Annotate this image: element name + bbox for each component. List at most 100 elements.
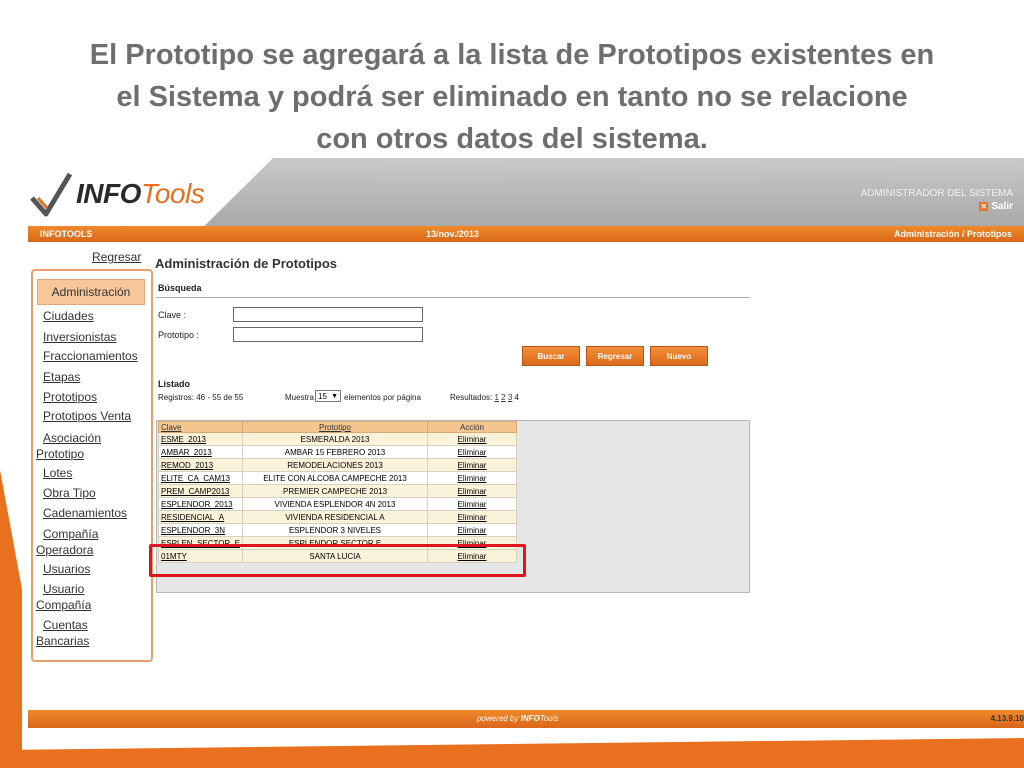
powered-label: powered by bbox=[477, 714, 519, 723]
sidebar-item-label: Asociación bbox=[43, 431, 102, 445]
slide-accent-left bbox=[0, 470, 22, 768]
pagination: Resultados: 1 2 3 4 bbox=[450, 393, 519, 402]
prototipo-cell: PREMIER CAMPECHE 2013 bbox=[242, 484, 428, 498]
current-date: 13/nov./2013 bbox=[426, 229, 479, 239]
sidebar-item-usuarios[interactable]: Usuarios bbox=[43, 562, 90, 576]
delete-link[interactable]: Eliminar bbox=[427, 510, 517, 524]
clave-input[interactable] bbox=[233, 307, 423, 322]
delete-link[interactable]: Eliminar bbox=[427, 458, 517, 472]
app-window: INFOTools ADMINISTRADOR DEL SISTEMA ✕ Sa… bbox=[28, 158, 1024, 738]
table-row: ESPLENDOR_2013 VIVIENDA ESPLENDOR 4N 201… bbox=[158, 497, 517, 511]
column-header-prototipo[interactable]: Prototipo bbox=[242, 421, 428, 433]
delete-link[interactable]: Eliminar bbox=[427, 523, 517, 537]
slide-title-line-1: El Prototipo se agregará a la lista de P… bbox=[89, 39, 935, 71]
sidebar-item-fraccionamientos[interactable]: Fraccionamientos bbox=[43, 349, 138, 363]
logout-label: Salir bbox=[991, 201, 1013, 212]
clave-cell[interactable]: ESPLENDOR_3N bbox=[158, 523, 243, 537]
delete-link[interactable]: Eliminar bbox=[427, 432, 517, 446]
clave-cell[interactable]: AMBAR_2013 bbox=[158, 445, 243, 459]
table-row: ELITE_CA_CAM13 ELITE CON ALCOBA CAMPECHE… bbox=[158, 471, 517, 485]
prototipo-cell: AMBAR 15 FEBRERO 2013 bbox=[242, 445, 428, 459]
page-size-select[interactable]: 15 ▼ bbox=[315, 390, 341, 402]
top-bar: INFOTOOLS 13/nov./2013 Administración / … bbox=[28, 226, 1024, 242]
sidebar-item-etapas[interactable]: Etapas bbox=[43, 370, 80, 384]
sidebar-item-lotes[interactable]: Lotes bbox=[43, 466, 72, 480]
current-page: 4 bbox=[514, 393, 519, 402]
sidebar-item-label: Usuario bbox=[43, 582, 85, 596]
sidebar-item-label: Cuentas bbox=[43, 618, 88, 632]
page-title: Administración de Prototipos bbox=[155, 256, 338, 271]
sidebar-item-label: Bancarias bbox=[36, 634, 90, 648]
sidebar-item-label: Operadora bbox=[36, 543, 94, 557]
sidebar-item-obra-tipo[interactable]: Obra Tipo bbox=[43, 486, 96, 500]
slide-title-line-2: el Sistema y podrá ser eliminado en tant… bbox=[116, 81, 908, 113]
version-label: 4.13.9.10 bbox=[990, 714, 1024, 723]
prototypes-table: Clave Prototipo Acción ESME_2013 ESMERAL… bbox=[158, 421, 517, 563]
sidebar-item-label: Compañía bbox=[36, 598, 92, 612]
prototipo-cell: VIVIENDA RESIDENCIAL A bbox=[242, 510, 428, 524]
prototipo-cell: ESPLENDOR 3 NIVELES bbox=[242, 523, 428, 537]
table-row: REMOD_2013 REMODELACIONES 2013 Eliminar bbox=[158, 458, 517, 472]
prototipo-cell: ELITE CON ALCOBA CAMPECHE 2013 bbox=[242, 471, 428, 485]
chevron-down-icon: ▼ bbox=[331, 393, 338, 400]
close-icon: ✕ bbox=[979, 202, 989, 211]
slide-accent-bottom bbox=[0, 738, 1024, 768]
table-row: ESME_2013 ESMERALDA 2013 Eliminar bbox=[158, 432, 517, 446]
logo-light: Tools bbox=[140, 178, 205, 209]
clave-cell[interactable]: PREM_CAMP2013 bbox=[158, 484, 243, 498]
table-header-row: Clave Prototipo Acción bbox=[158, 421, 517, 433]
table-row: ESPLENDOR_3N ESPLENDOR 3 NIVELES Elimina… bbox=[158, 523, 517, 537]
prototipo-cell: VIVIENDA ESPLENDOR 4N 2013 bbox=[242, 497, 428, 511]
new-button[interactable]: Nuevo bbox=[650, 346, 708, 366]
clave-cell[interactable]: RESIDENCIAL_A bbox=[158, 510, 243, 524]
show-label: Muestra bbox=[285, 393, 314, 402]
logo: INFOTools bbox=[76, 178, 205, 210]
clave-cell[interactable]: ESME_2013 bbox=[158, 432, 243, 446]
sidebar-item-label: Compañía bbox=[43, 527, 99, 541]
divider bbox=[156, 297, 750, 298]
search-section-label: Búsqueda bbox=[158, 283, 202, 293]
sidebar-item-ciudades[interactable]: Ciudades bbox=[43, 309, 94, 323]
slide-title: El Prototipo se agregará a la lista de P… bbox=[40, 34, 984, 160]
sidebar-item-prototipos[interactable]: Prototipos bbox=[43, 390, 97, 404]
delete-link[interactable]: Eliminar bbox=[427, 484, 517, 498]
logo-area: INFOTools bbox=[28, 158, 273, 226]
sidebar-item-prototipos-venta[interactable]: Prototipos Venta bbox=[43, 409, 131, 423]
page-link-2[interactable]: 2 bbox=[501, 393, 505, 402]
logout-link[interactable]: ✕ Salir bbox=[979, 201, 1013, 212]
clave-cell[interactable]: ELITE_CA_CAM13 bbox=[158, 471, 243, 485]
footer-brand-bold: INFO bbox=[520, 714, 540, 723]
sidebar-back-link[interactable]: Regresar bbox=[92, 250, 141, 264]
app-name: INFOTOOLS bbox=[40, 229, 93, 239]
sidebar-item-compania-operadora[interactable]: Compañía Operadora bbox=[36, 526, 98, 558]
per-page-label: elementos por página bbox=[344, 393, 421, 402]
column-header-clave[interactable]: Clave bbox=[158, 421, 243, 433]
slide-title-line-3: con otros datos del sistema. bbox=[316, 123, 708, 155]
breadcrumb: Administración / Prototipos bbox=[893, 229, 1012, 239]
sidebar-item-cuentas-bancarias[interactable]: Cuentas Bancarias bbox=[36, 617, 89, 649]
clave-label: Clave : bbox=[158, 310, 187, 320]
column-header-accion: Acción bbox=[427, 421, 517, 433]
delete-link[interactable]: Eliminar bbox=[427, 445, 517, 459]
delete-link[interactable]: Eliminar bbox=[427, 471, 517, 485]
table-row: RESIDENCIAL_A VIVIENDA RESIDENCIAL A Eli… bbox=[158, 510, 517, 524]
prototipo-label: Prototipo : bbox=[158, 330, 200, 340]
footer-brand-light: Tools bbox=[539, 714, 559, 723]
user-role: ADMINISTRADOR DEL SISTEMA bbox=[860, 188, 1013, 199]
sidebar-item-inversionistas[interactable]: Inversionistas bbox=[43, 330, 116, 344]
table-row: AMBAR_2013 AMBAR 15 FEBRERO 2013 Elimina… bbox=[158, 445, 517, 459]
table-row: PREM_CAMP2013 PREMIER CAMPECHE 2013 Elim… bbox=[158, 484, 517, 498]
delete-link[interactable]: Eliminar bbox=[427, 497, 517, 511]
page-link-1[interactable]: 1 bbox=[494, 393, 498, 402]
prototipo-input[interactable] bbox=[233, 327, 423, 342]
sidebar-section-header[interactable]: Administración bbox=[37, 279, 145, 305]
sidebar-item-usuario-compania[interactable]: Usuario Compañía bbox=[36, 581, 91, 613]
sidebar-item-asociacion-prototipo[interactable]: Asociación Prototipo bbox=[36, 430, 101, 462]
page-link-3[interactable]: 3 bbox=[508, 393, 512, 402]
clave-cell[interactable]: REMOD_2013 bbox=[158, 458, 243, 472]
clave-cell[interactable]: ESPLENDOR_2013 bbox=[158, 497, 243, 511]
search-button[interactable]: Buscar bbox=[522, 346, 580, 366]
records-count: Registros: 46 - 55 de 55 bbox=[158, 393, 244, 402]
back-button[interactable]: Regresar bbox=[586, 346, 644, 366]
sidebar-item-cadenamientos[interactable]: Cadenamientos bbox=[43, 506, 127, 520]
